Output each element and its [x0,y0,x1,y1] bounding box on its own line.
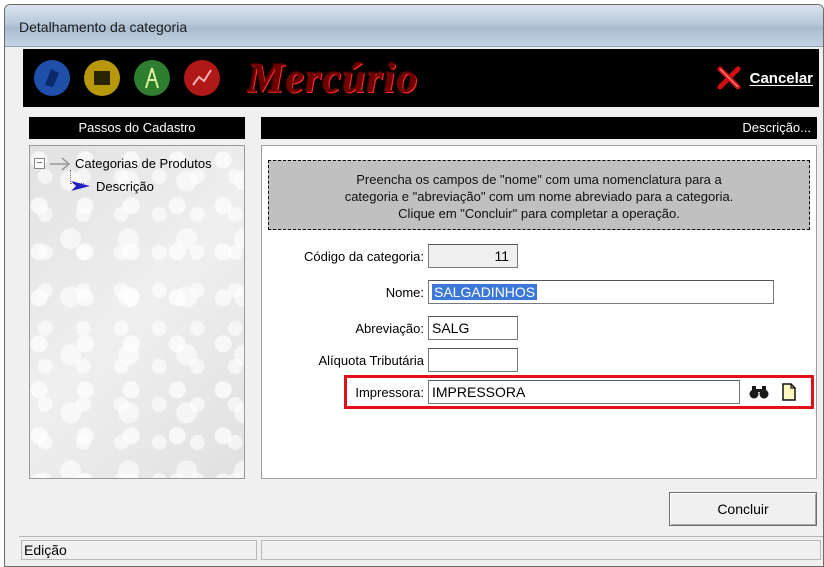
codigo-label: Código da categoria: [304,248,424,264]
tree-item-categorias[interactable]: − Categorias de Produtos [34,156,212,171]
codigo-row: Código da categoria: 11 [280,244,518,268]
cancel-label: Cancelar [749,69,813,87]
collapse-icon[interactable]: − [34,158,45,169]
red-x-icon [717,66,741,90]
nome-row: Nome: SALGADINHOS [280,280,774,304]
app-banner: Mercúrio Cancelar [23,49,819,107]
instruction-line: Clique em "Concluir" para completar a op… [398,206,680,221]
instruction-line: categoria e "abreviação" com um nome abr… [344,189,734,204]
instruction-line: Preencha os campos de "nome" com uma nom… [356,172,722,187]
steps-panel: Passos do Cadastro − Categorias de Produ… [23,113,253,485]
aliquota-field[interactable] [428,348,518,372]
tree-item-label: Descrição [96,178,154,194]
impressora-field[interactable]: IMPRESSORA [428,380,740,404]
status-mode: Edição [21,540,257,560]
codigo-field: 11 [428,244,518,268]
concluir-button[interactable]: Concluir [669,492,817,526]
status-panel [261,540,821,560]
arrow-outline-icon [50,156,71,171]
abreviacao-field[interactable]: SALG [428,316,518,340]
steps-tree: − Categorias de Produtos Descrição [29,145,245,479]
form-panel: Descrição... Preencha os campos de "nome… [261,113,821,485]
tree-item-label: Categorias de Produtos [75,156,212,171]
status-bar: Edição [19,536,823,560]
arrow-filled-icon [71,181,90,191]
cancel-button[interactable]: Cancelar [716,65,813,91]
nome-label: Nome: [385,284,424,300]
steps-header: Passos do Cadastro [29,117,245,139]
nome-value: SALGADINHOS [432,284,538,300]
window-title: Detalhamento da categoria [19,19,188,35]
user-icon [33,59,71,97]
tree-item-descricao[interactable]: Descrição [70,178,154,194]
binoculars-icon [749,386,769,399]
chart-icon [183,59,221,97]
form-header: Descrição... [261,117,817,139]
new-document-icon [782,383,796,401]
abreviacao-row: Abreviação: SALG [280,316,518,340]
app-logo: Mercúrio [247,56,419,102]
instructions-box: Preencha os campos de "nome" com uma nom… [268,160,810,230]
abreviacao-label: Abreviação: [355,320,424,336]
aliquota-row: Alíquota Tributária [280,348,518,372]
radio-tower-icon [133,59,171,97]
impressora-row: Impressora: IMPRESSORA [280,380,740,404]
aliquota-label: Alíquota Tributária [318,352,424,368]
cash-register-icon [83,59,121,97]
title-bar[interactable]: Detalhamento da categoria [5,5,823,47]
search-button[interactable] [748,381,770,403]
form-content: Preencha os campos de "nome" com uma nom… [261,145,817,479]
new-document-button[interactable] [778,381,800,403]
nome-field[interactable]: SALGADINHOS [428,280,774,304]
dialog-window: Detalhamento da categoria Mercúrio Cance… [4,4,824,567]
impressora-label: Impressora: [355,384,424,400]
